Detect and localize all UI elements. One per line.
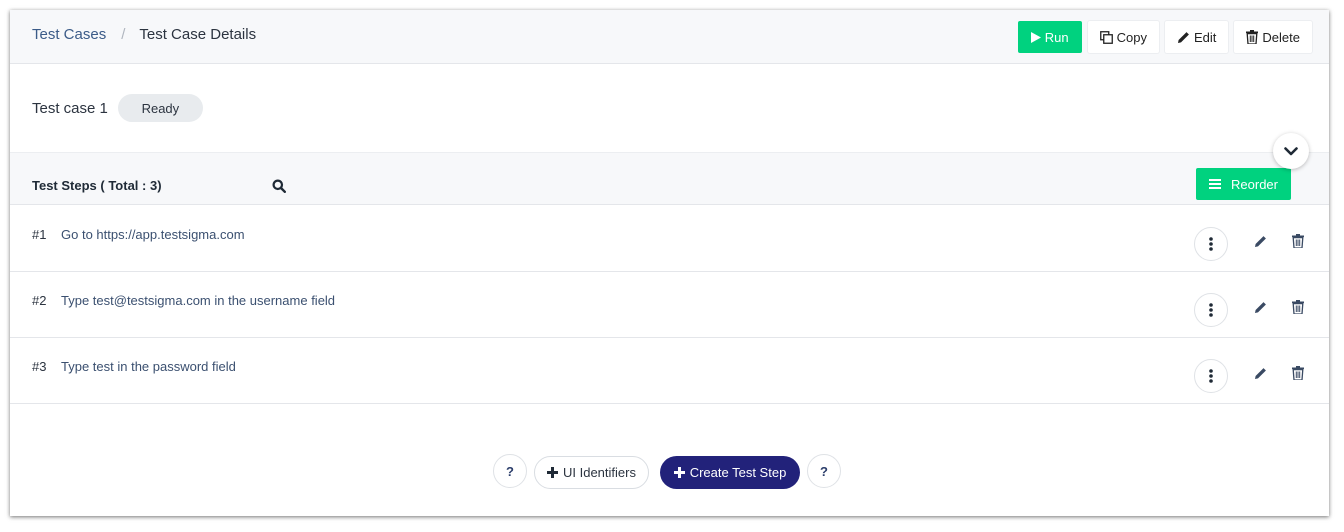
test-step-row[interactable]: #2 Type test@testsigma.com in the userna… bbox=[10, 272, 1329, 338]
step-more-button[interactable] bbox=[1194, 359, 1228, 393]
create-test-step-button[interactable]: Create Test Step bbox=[660, 456, 800, 489]
step-text[interactable]: Type test@testsigma.com in the username … bbox=[61, 293, 335, 308]
breadcrumb-current: Test Case Details bbox=[139, 26, 257, 43]
step-edit-pencil-icon[interactable] bbox=[1254, 301, 1267, 314]
step-number: #2 bbox=[32, 293, 47, 308]
run-button[interactable]: Run bbox=[1017, 21, 1082, 53]
copy-icon bbox=[1099, 30, 1113, 44]
breadcrumb-separator: / bbox=[121, 26, 126, 43]
run-button-label: Run bbox=[1044, 29, 1069, 45]
step-number: #3 bbox=[32, 359, 47, 374]
kebab-icon bbox=[1209, 237, 1213, 251]
delete-button[interactable]: Delete bbox=[1234, 21, 1312, 53]
copy-button[interactable]: Copy bbox=[1087, 21, 1160, 53]
step-delete-trash-icon[interactable] bbox=[1292, 366, 1304, 380]
page-header: Test Cases / Test Case Details Run Copy bbox=[10, 10, 1329, 64]
test-steps-title: Test Steps ( Total : 3) bbox=[32, 178, 162, 193]
test-step-row[interactable]: #1 Go to https://app.testsigma.com bbox=[10, 206, 1329, 272]
breadcrumb-test-cases-link[interactable]: Test Cases bbox=[32, 26, 106, 43]
test-step-row[interactable]: #3 Type test in the password field bbox=[10, 338, 1329, 404]
test-case-name: Test case 1 bbox=[32, 99, 108, 117]
test-case-title-row: Test case 1 Ready bbox=[32, 94, 203, 122]
step-edit-pencil-icon[interactable] bbox=[1254, 235, 1267, 248]
toolbar: Run Copy Edit Delete bbox=[1017, 21, 1312, 53]
edit-button-label: Edit bbox=[1194, 29, 1217, 45]
chevron-down-icon bbox=[1284, 146, 1298, 156]
collapse-toggle-button[interactable] bbox=[1273, 133, 1309, 169]
ui-identifiers-button[interactable]: UI Identifiers bbox=[534, 456, 649, 489]
step-actions-footer: ? UI Identifiers Create Test Step ? bbox=[10, 454, 1329, 489]
reorder-button-label: Reorder bbox=[1231, 176, 1278, 192]
search-icon[interactable] bbox=[272, 179, 286, 193]
trash-icon bbox=[1246, 30, 1259, 44]
step-more-button[interactable] bbox=[1194, 293, 1228, 327]
kebab-icon bbox=[1209, 303, 1213, 317]
ui-identifiers-help-button[interactable]: ? bbox=[493, 454, 527, 488]
status-badge: Ready bbox=[117, 94, 203, 122]
edit-button[interactable]: Edit bbox=[1165, 21, 1229, 53]
step-delete-trash-icon[interactable] bbox=[1292, 234, 1304, 248]
reorder-button[interactable]: Reorder bbox=[1196, 168, 1291, 200]
plus-icon bbox=[547, 467, 558, 478]
step-more-button[interactable] bbox=[1194, 227, 1228, 261]
plus-icon bbox=[673, 467, 685, 478]
menu-lines-icon bbox=[1209, 179, 1222, 189]
kebab-icon bbox=[1209, 369, 1213, 383]
step-delete-trash-icon[interactable] bbox=[1292, 300, 1304, 314]
pencil-icon bbox=[1177, 31, 1190, 44]
breadcrumb: Test Cases / Test Case Details bbox=[32, 26, 256, 43]
create-step-help-button[interactable]: ? bbox=[807, 454, 841, 488]
create-test-step-label: Create Test Step bbox=[689, 465, 787, 480]
copy-button-label: Copy bbox=[1116, 29, 1148, 45]
step-edit-pencil-icon[interactable] bbox=[1254, 367, 1267, 380]
step-text[interactable]: Type test in the password field bbox=[61, 359, 236, 374]
delete-button-label: Delete bbox=[1262, 29, 1300, 45]
test-steps-header: Test Steps ( Total : 3) Reorder bbox=[10, 152, 1329, 205]
ui-identifiers-label: UI Identifiers bbox=[563, 465, 636, 480]
play-icon bbox=[1030, 31, 1041, 43]
step-text[interactable]: Go to https://app.testsigma.com bbox=[61, 227, 245, 242]
step-number: #1 bbox=[32, 227, 47, 242]
test-case-details-panel: Test Cases / Test Case Details Run Copy bbox=[10, 10, 1329, 516]
